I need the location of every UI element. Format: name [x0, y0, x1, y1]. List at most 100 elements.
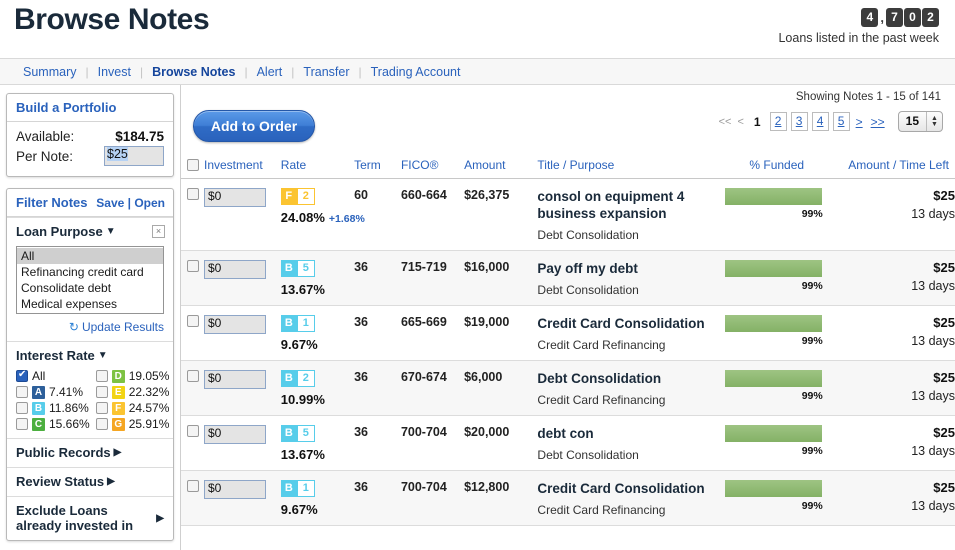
column-header-term[interactable]: Term	[354, 155, 401, 179]
column-header-amount[interactable]: Amount	[464, 155, 538, 179]
cell-rate: B 2 10.99%	[280, 361, 354, 416]
nav-item-trading-account[interactable]: Trading Account	[362, 65, 470, 79]
amount-left: $25	[933, 480, 955, 495]
investment-input[interactable]: $0	[204, 370, 266, 389]
table-row[interactable]: $0 B 5 13.67% 36 700-704 $20,000 debt con Debt C…	[181, 416, 955, 471]
cell-percent-funded: 99%	[721, 471, 833, 526]
table-row[interactable]: $0 B 2 10.99% 36 670-674 $6,000 Debt Consolidat…	[181, 360, 955, 416]
update-results-link[interactable]: ↻ Update Results	[69, 320, 164, 334]
checkbox-icon[interactable]	[16, 369, 28, 382]
stepper-icon: ▲ ▼	[926, 112, 942, 131]
pagination-page-5[interactable]: 5	[832, 112, 850, 131]
note-title[interactable]: Credit Card Consolidation	[537, 315, 720, 332]
select-all-checkbox[interactable]	[187, 159, 199, 171]
interest-rate-option[interactable]: D 19.05%	[95, 369, 169, 383]
investment-input[interactable]: $0	[204, 188, 266, 207]
row-checkbox[interactable]	[187, 315, 199, 327]
loan-purpose-option[interactable]: Medical expenses	[17, 296, 163, 312]
column-header-amount-time-left[interactable]: Amount / Time Left	[832, 155, 955, 179]
pagination-first[interactable]: <<	[718, 116, 733, 128]
per-note-input[interactable]: $25	[104, 146, 164, 166]
public-records-filter[interactable]: Public Records ▶	[7, 438, 173, 467]
interest-rate-option[interactable]: G 25.91%	[95, 417, 170, 431]
loan-purpose-option[interactable]: Refinancing credit card	[17, 264, 163, 280]
pagination-page-2[interactable]: 2	[769, 112, 787, 131]
interest-rate-option[interactable]: C 15.66%	[16, 417, 90, 431]
nav-item-transfer[interactable]: Transfer	[294, 65, 358, 79]
investment-input[interactable]: $0	[204, 315, 266, 334]
interest-rate-option[interactable]: All	[16, 369, 90, 383]
column-header-funded[interactable]: % Funded	[720, 155, 833, 179]
column-header-investment[interactable]: Investment	[181, 155, 281, 179]
note-title[interactable]: consol on equipment 4 business expansion	[537, 188, 720, 222]
loan-purpose-listbox[interactable]: All Refinancing credit card Consolidate de…	[16, 246, 164, 314]
row-checkbox[interactable]	[187, 425, 199, 437]
pagination-page-3[interactable]: 3	[790, 112, 808, 131]
checkbox-icon[interactable]	[95, 402, 108, 414]
pagination-prev[interactable]: <	[736, 116, 744, 128]
table-row[interactable]: $0 B 1 9.67% 36 700-704 $12,800 Credit Card Con…	[181, 470, 955, 526]
nav-item-browse-notes[interactable]: Browse Notes	[143, 65, 244, 79]
nav-item-alert[interactable]: Alert	[248, 65, 292, 79]
loan-purpose-option[interactable]: Consolidate debt	[17, 280, 163, 296]
loan-purpose-title[interactable]: Loan Purpose ▼	[16, 224, 164, 239]
rate-value: 13.67%	[280, 282, 325, 297]
table-row[interactable]: $0 B 1 9.67% 36 665-669 $19,000 Credit Card Con…	[181, 306, 955, 361]
grade-badge-f: F	[111, 401, 125, 415]
time-left: 13 days	[911, 279, 955, 293]
cell-term: 36	[354, 425, 369, 439]
column-header-rate[interactable]: Rate	[280, 155, 355, 179]
row-checkbox[interactable]	[187, 370, 199, 382]
interest-rate-label: 25.91%	[128, 417, 170, 431]
interest-rate-option[interactable]: E 22.32%	[95, 385, 169, 399]
checkbox-icon[interactable]	[16, 402, 28, 414]
funded-progress-bar	[724, 260, 823, 277]
grade-badge-g: G	[111, 417, 125, 431]
loan-purpose-label: Loan Purpose	[16, 224, 103, 239]
nav-item-invest[interactable]: Invest	[89, 65, 140, 79]
pagination-page-4[interactable]: 4	[811, 112, 829, 131]
close-icon[interactable]: ×	[152, 225, 165, 238]
investment-input[interactable]: $0	[204, 425, 266, 444]
row-checkbox[interactable]	[187, 260, 199, 272]
checkbox-icon[interactable]	[95, 386, 108, 398]
row-checkbox[interactable]	[187, 188, 199, 200]
checkbox-icon[interactable]	[95, 370, 108, 382]
grade-number: 2	[296, 370, 315, 387]
counter-digits: 4,702	[778, 8, 939, 27]
note-purpose: Credit Card Refinancing	[537, 393, 666, 407]
review-status-filter[interactable]: Review Status ▶	[7, 467, 173, 496]
checkbox-icon[interactable]	[95, 418, 108, 430]
investment-input[interactable]: $0	[204, 260, 266, 279]
exclude-loans-filter[interactable]: Exclude Loans already invested in ▶	[7, 496, 173, 540]
interest-rate-option[interactable]: B 11.86%	[16, 401, 90, 415]
note-title[interactable]: Pay off my debt	[537, 260, 720, 277]
add-to-order-button[interactable]: Add to Order	[193, 110, 315, 142]
row-checkbox[interactable]	[187, 480, 199, 492]
note-title[interactable]: Credit Card Consolidation	[537, 480, 720, 497]
pagination-last[interactable]: >>	[869, 115, 887, 129]
column-header-fico[interactable]: FICO®	[400, 155, 465, 179]
table-row[interactable]: $0 F 2 24.08% +1.68% 60 660-664 $26,375 consol o…	[181, 179, 955, 251]
cell-investment: $0	[181, 306, 281, 361]
checkbox-icon[interactable]	[16, 386, 28, 398]
per-page-select[interactable]: 15 ▲ ▼	[897, 111, 943, 132]
cell-fico: 700-704	[400, 480, 447, 494]
interest-rate-option[interactable]: A 7.41%	[16, 385, 90, 399]
cell-fico: 715-719	[400, 260, 447, 274]
checkbox-icon[interactable]	[16, 418, 28, 430]
interest-rate-title[interactable]: Interest Rate ▼	[16, 348, 164, 363]
funded-percent-label: 99%	[801, 208, 823, 220]
table-row[interactable]: $0 B 5 13.67% 36 715-719 $16,000 Pay off my deb…	[181, 250, 955, 306]
note-title[interactable]: debt con	[537, 425, 720, 442]
note-title[interactable]: Debt Consolidation	[537, 370, 720, 387]
nav-item-summary[interactable]: Summary	[14, 65, 85, 79]
loan-purpose-option[interactable]: All	[17, 248, 163, 264]
cell-percent-funded: 99%	[721, 361, 833, 416]
column-header-title-purpose[interactable]: Title / Purpose	[537, 155, 721, 179]
interest-rate-option[interactable]: F 24.57%	[95, 401, 169, 415]
save-open-link[interactable]: Save | Open	[96, 196, 165, 210]
investment-input[interactable]: $0	[204, 480, 266, 499]
pagination-next[interactable]: >	[854, 115, 865, 129]
note-purpose: Credit Card Refinancing	[537, 503, 666, 517]
